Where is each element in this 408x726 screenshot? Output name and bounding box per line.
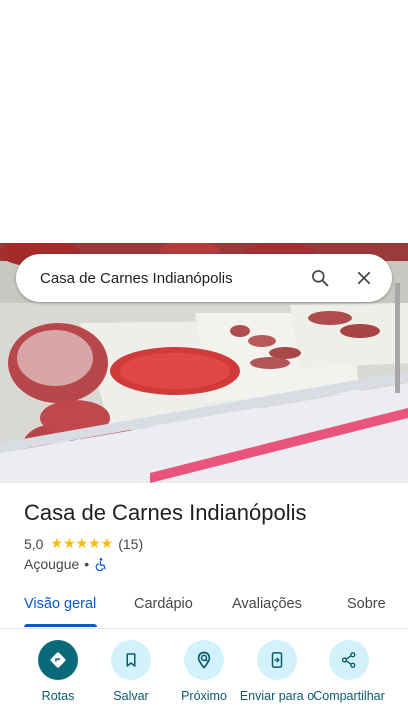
category-row: Açougue • bbox=[24, 556, 108, 572]
wheelchair-accessible-icon bbox=[94, 557, 108, 571]
close-icon[interactable] bbox=[342, 256, 386, 300]
save-button[interactable]: Salvar bbox=[91, 640, 171, 704]
rating-value: 5,0 bbox=[24, 535, 44, 552]
share-button[interactable]: Compartilhar bbox=[309, 640, 389, 704]
send-to-phone-button[interactable]: Enviar para o bbox=[237, 640, 317, 704]
separator-dot: • bbox=[84, 556, 90, 572]
directions-label: Rotas bbox=[41, 689, 75, 703]
rating-stars: ★★★★★ bbox=[50, 535, 114, 551]
search-input[interactable]: Casa de Carnes Indianópolis bbox=[40, 270, 298, 287]
tab-about[interactable]: Sobre bbox=[347, 596, 386, 612]
tab-menu[interactable]: Cardápio bbox=[134, 596, 193, 612]
bookmark-icon bbox=[111, 640, 151, 680]
rating-row[interactable]: 5,0 ★★★★★ (15) bbox=[24, 535, 143, 552]
action-bar: Rotas Salvar Próximo Enviar para o Compa… bbox=[0, 640, 408, 726]
nearby-label: Próximo bbox=[181, 689, 227, 703]
send-to-phone-icon bbox=[257, 640, 297, 680]
map-area-blank bbox=[0, 0, 408, 243]
category-label: Açougue bbox=[24, 556, 80, 572]
place-title: Casa de Carnes Indianópolis bbox=[24, 500, 307, 525]
review-count: (15) bbox=[118, 535, 144, 552]
active-tab-indicator bbox=[24, 624, 97, 627]
search-icon[interactable] bbox=[298, 256, 342, 300]
share-icon bbox=[329, 640, 369, 680]
tab-bar: Visão geral Cardápio Avaliações Sobre bbox=[0, 586, 408, 629]
nearby-icon bbox=[184, 640, 224, 680]
tab-overview[interactable]: Visão geral bbox=[24, 596, 96, 612]
send-to-phone-label: Enviar para o bbox=[239, 689, 315, 703]
tab-reviews[interactable]: Avaliações bbox=[232, 596, 302, 612]
share-label: Compartilhar bbox=[313, 689, 385, 703]
nearby-button[interactable]: Próximo bbox=[164, 640, 244, 704]
directions-icon bbox=[38, 640, 78, 680]
search-bar[interactable]: Casa de Carnes Indianópolis bbox=[16, 254, 392, 302]
save-label: Salvar bbox=[113, 689, 149, 703]
directions-button[interactable]: Rotas bbox=[18, 640, 98, 704]
